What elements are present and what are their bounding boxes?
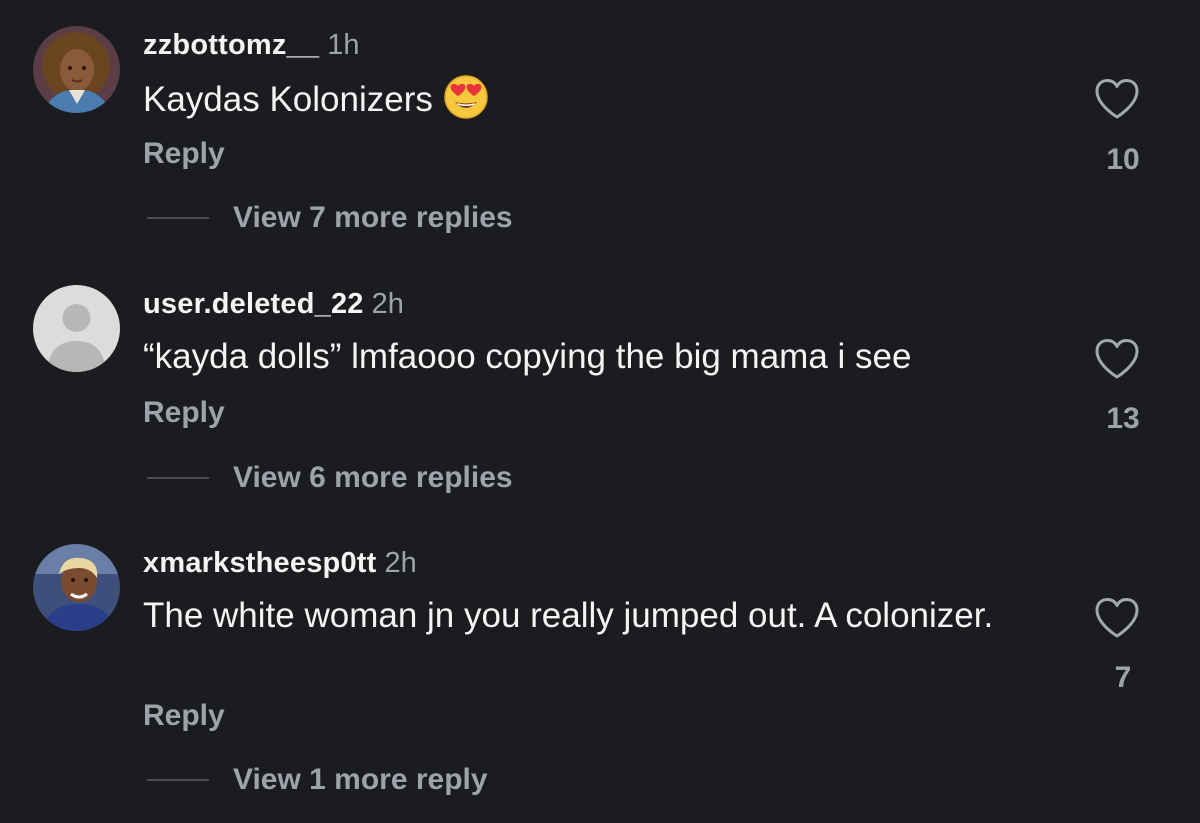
comment-text-content: “kayda dolls” lmfaooo copying the big ma… <box>143 337 912 376</box>
timestamp: 1h <box>327 29 360 61</box>
reply-button[interactable]: Reply <box>143 396 225 430</box>
like-count: 13 <box>1106 402 1140 435</box>
like-count: 7 <box>1114 661 1132 694</box>
like-button[interactable] <box>1094 78 1152 125</box>
username[interactable]: zzbottomz__ <box>143 29 319 61</box>
username[interactable]: xmarkstheesp0tt <box>143 547 377 579</box>
heart-outline-icon <box>1095 79 1139 119</box>
comment-meta: zzbottomz__ 1h <box>143 28 359 62</box>
heart-outline-icon <box>1095 598 1139 638</box>
comment-meta: xmarkstheesp0tt 2h <box>143 546 417 580</box>
comment-text-content: The white woman jn you really jumped out… <box>143 596 994 635</box>
heart-outline-icon <box>1095 339 1139 379</box>
view-more-replies-label: View 6 more replies <box>233 461 513 494</box>
view-more-replies-label: View 7 more replies <box>233 201 513 234</box>
comment-meta: user.deleted_22 2h <box>143 287 404 321</box>
default-user-icon <box>33 285 120 372</box>
thread-divider <box>147 217 209 219</box>
view-more-replies-button[interactable]: View 1 more reply <box>147 763 488 797</box>
view-more-replies-label: View 1 more reply <box>233 763 488 796</box>
like-count: 10 <box>1106 143 1140 176</box>
timestamp: 2h <box>384 547 417 579</box>
avatar[interactable] <box>33 544 120 631</box>
comment-text: The white woman jn you really jumped out… <box>143 593 1023 639</box>
avatar[interactable] <box>33 26 120 113</box>
like-button[interactable] <box>1094 338 1152 385</box>
comment-text: Kaydas Kolonizers <box>143 74 1043 132</box>
like-button[interactable] <box>1094 597 1152 644</box>
thread-divider <box>147 477 209 479</box>
view-more-replies-button[interactable]: View 7 more replies <box>147 201 513 235</box>
username[interactable]: user.deleted_22 <box>143 288 364 320</box>
avatar[interactable] <box>33 285 120 372</box>
view-more-replies-button[interactable]: View 6 more replies <box>147 461 513 495</box>
heart-eyes-emoji-icon <box>443 74 489 132</box>
reply-button[interactable]: Reply <box>143 137 225 171</box>
timestamp: 2h <box>371 288 404 320</box>
comment-text-content: Kaydas Kolonizers <box>143 80 433 119</box>
reply-button[interactable]: Reply <box>143 699 225 733</box>
comment-text: “kayda dolls” lmfaooo copying the big ma… <box>143 334 1043 380</box>
thread-divider <box>147 779 209 781</box>
